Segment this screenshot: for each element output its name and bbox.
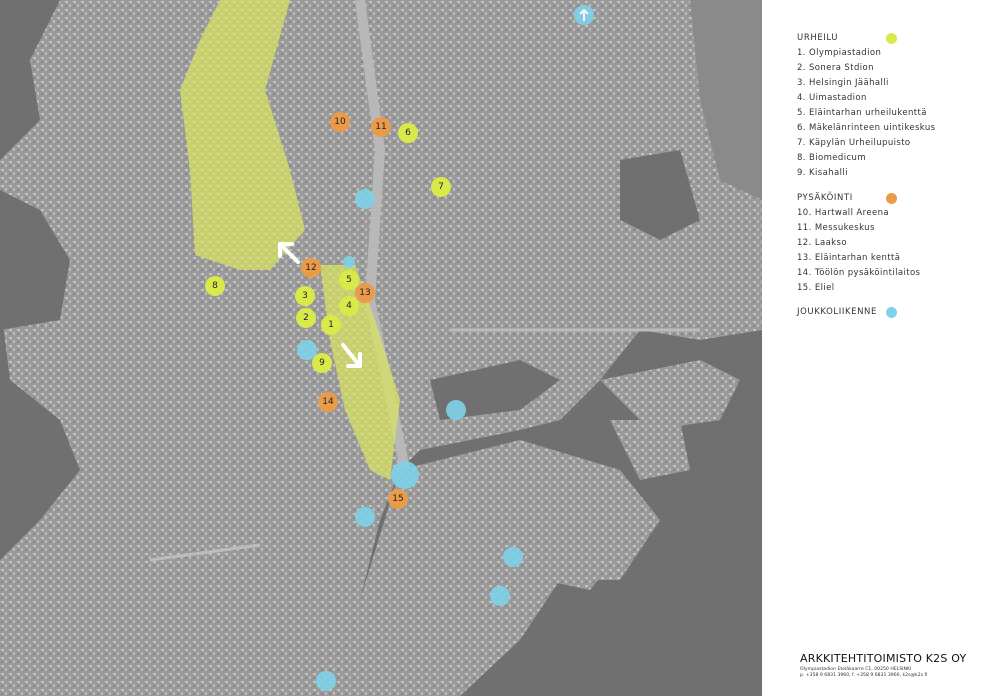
sports-marker-8[interactable]: 8 bbox=[205, 276, 225, 296]
map-base bbox=[0, 0, 762, 696]
sports-marker-2[interactable]: 2 bbox=[296, 308, 316, 328]
legend-transit-header: JOUKKOLIIKENNE bbox=[797, 304, 977, 320]
legend-item: 7. Käpylän Urheilupuisto bbox=[797, 138, 911, 148]
legend-item: 12. Laakso bbox=[797, 238, 847, 248]
sports-marker-7[interactable]: 7 bbox=[431, 177, 451, 197]
legend-item: 11. Messukeskus bbox=[797, 223, 875, 233]
legend-transit-title: JOUKKOLIIKENNE bbox=[797, 307, 877, 317]
legend-item: 6. Mäkelänrinteen uintikeskus bbox=[797, 123, 936, 133]
map-legend: URHEILU 1. Olympiastadion 2. Sonera Stdi… bbox=[797, 24, 977, 320]
office-info: ARKKITEHTITOIMISTO K2S OY Olympiastadion… bbox=[800, 652, 970, 679]
parking-marker-14[interactable]: 14 bbox=[318, 392, 338, 412]
transit-stop[interactable] bbox=[316, 671, 336, 691]
sports-dot-icon bbox=[886, 33, 897, 44]
legend-item: 2. Sonera Stdion bbox=[797, 63, 874, 73]
legend-parking-title: PYSÄKÖINTI bbox=[797, 193, 853, 203]
parking-dot-icon bbox=[886, 193, 897, 204]
transit-stop[interactable] bbox=[355, 507, 375, 527]
parking-marker-10[interactable]: 10 bbox=[330, 112, 350, 132]
legend-item: 1. Olympiastadion bbox=[797, 48, 882, 58]
sports-marker-1[interactable]: 1 bbox=[321, 315, 341, 335]
office-name: ARKKITEHTITOIMISTO K2S OY bbox=[800, 652, 967, 665]
legend-item: 4. Uimastadion bbox=[797, 93, 867, 103]
legend-item: 3. Helsingin Jäähalli bbox=[797, 78, 889, 88]
parking-marker-13[interactable]: 13 bbox=[355, 283, 375, 303]
parking-marker-12[interactable]: 12 bbox=[301, 258, 321, 278]
transit-stop[interactable] bbox=[574, 5, 594, 25]
sports-marker-9[interactable]: 9 bbox=[312, 353, 332, 373]
sports-marker-3[interactable]: 3 bbox=[295, 286, 315, 306]
transit-stop[interactable] bbox=[446, 400, 466, 420]
legend-item: 9. Kisahalli bbox=[797, 168, 848, 178]
legend-item: 15. Eliel bbox=[797, 283, 835, 293]
arrow-up-icon bbox=[579, 8, 589, 21]
legend-sports-header: URHEILU bbox=[797, 30, 977, 46]
parking-marker-11[interactable]: 11 bbox=[371, 117, 391, 137]
parking-marker-15[interactable]: 15 bbox=[388, 489, 408, 509]
legend-item: 13. Eläintarhan kenttä bbox=[797, 253, 901, 263]
transit-stop[interactable] bbox=[391, 461, 419, 489]
legend-item: 8. Biomedicum bbox=[797, 153, 867, 163]
sports-marker-6[interactable]: 6 bbox=[398, 123, 418, 143]
office-contact: p. +358 9 6831 3960, f. +358 9 6831 3960… bbox=[800, 673, 928, 678]
legend-item: 5. Eläintarhan urheilukenttä bbox=[797, 108, 927, 118]
transit-stop[interactable] bbox=[355, 189, 375, 209]
legend-parking-header: PYSÄKÖINTI bbox=[797, 190, 977, 206]
transit-stop[interactable] bbox=[503, 547, 523, 567]
legend-item: 14. Töölön pysäköintilaitos bbox=[797, 268, 921, 278]
aerial-map[interactable]: 1 2 3 4 5 6 7 8 9 10 11 12 13 14 15 bbox=[0, 0, 762, 696]
transit-stop[interactable] bbox=[343, 256, 355, 268]
transit-dot-icon bbox=[886, 307, 897, 318]
legend-sports-title: URHEILU bbox=[797, 33, 839, 43]
legend-item: 10. Hartwall Areena bbox=[797, 208, 890, 218]
transit-stop[interactable] bbox=[490, 586, 510, 606]
